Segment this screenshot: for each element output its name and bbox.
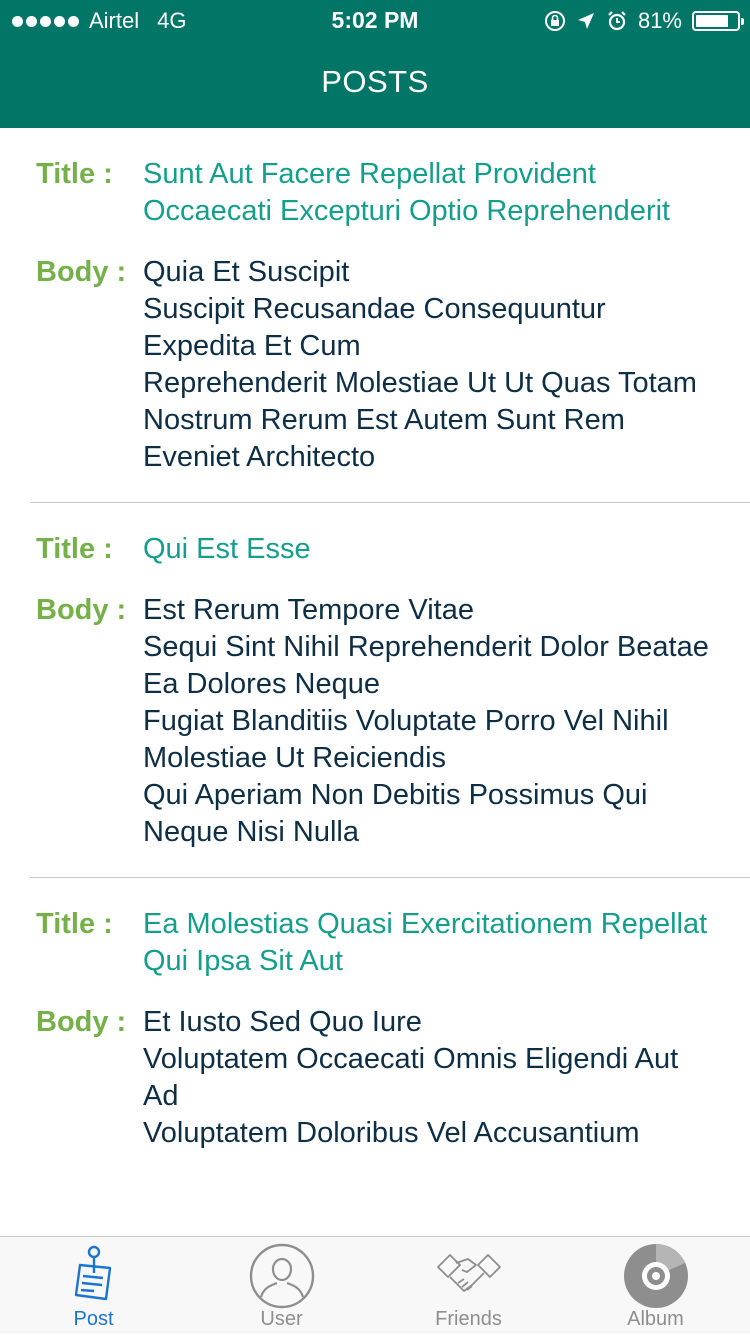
battery-icon	[692, 11, 744, 31]
location-arrow-icon	[577, 13, 594, 29]
posts-list[interactable]: Title : Sunt Aut Facere Repellat Provide…	[0, 128, 750, 1236]
post-icon	[74, 1245, 111, 1301]
post-body: Et Iusto Sed Quo Iure Voluptatem Occaeca…	[143, 1006, 679, 1149]
tab-label: User	[260, 1308, 303, 1330]
tab-label: Friends	[435, 1308, 502, 1330]
body-label: Body :	[36, 1006, 127, 1038]
album-icon	[623, 1244, 688, 1308]
post-item[interactable]: Title : Sunt Aut Facere Repellat Provide…	[0, 128, 750, 502]
tab-post[interactable]: Post	[0, 1237, 187, 1335]
tab-album[interactable]: Album	[562, 1237, 749, 1335]
post-title: Sunt Aut Facere Repellat Provident Occae…	[143, 158, 671, 227]
post-title: Ea Molestias Quasi Exercitationem Repell…	[143, 908, 708, 977]
body-label: Body :	[36, 256, 127, 288]
tab-label: Post	[73, 1308, 114, 1330]
post-item[interactable]: Title : Qui Est Esse Body : Est Rerum Te…	[0, 503, 750, 877]
body-label: Body :	[36, 594, 127, 626]
post-body: Est Rerum Tempore Vitae Sequi Sint Nihil…	[143, 594, 709, 848]
page-title: POSTS	[321, 64, 429, 99]
tab-friends[interactable]: Friends	[375, 1237, 562, 1335]
tab-bar: Post User Friends Album	[0, 1236, 750, 1334]
title-label: Title :	[36, 908, 113, 940]
header: Airtel 4G 5:02 PM 81% POSTS	[0, 0, 750, 128]
rotation-lock-icon	[544, 11, 565, 31]
post-item[interactable]: Title : Ea Molestias Quasi Exercitatione…	[0, 878, 750, 1178]
title-label: Title :	[36, 158, 113, 190]
handshake-icon	[436, 1254, 501, 1292]
status-bar: Airtel 4G 5:02 PM 81%	[0, 0, 750, 40]
title-label: Title :	[36, 533, 113, 565]
tab-label: Album	[627, 1308, 684, 1330]
post-body: Quia Et Suscipit Suscipit Recusandae Con…	[143, 256, 697, 473]
battery-percent: 81%	[637, 8, 682, 33]
alarm-icon	[608, 11, 626, 31]
user-icon	[249, 1243, 314, 1309]
tab-user[interactable]: User	[188, 1237, 375, 1335]
post-title: Qui Est Esse	[143, 533, 311, 565]
